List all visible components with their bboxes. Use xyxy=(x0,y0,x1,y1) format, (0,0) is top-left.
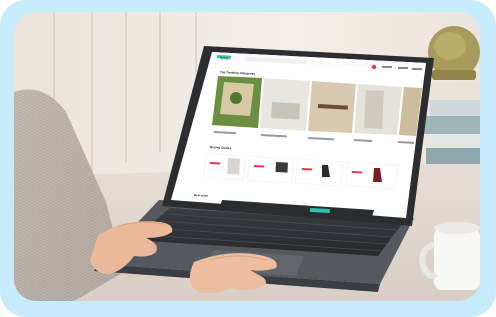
scene-illustration: flipkart Top Trending Categories Buying … xyxy=(14,12,480,301)
book-stack-icon xyxy=(424,82,480,164)
screen-bottom-title: Best seller xyxy=(194,193,209,198)
screen-cart-badge xyxy=(371,64,377,70)
laptop-screen xyxy=(171,52,426,218)
plant-pot-icon xyxy=(428,26,480,80)
photo-frame: flipkart Top Trending Categories Buying … xyxy=(0,0,496,317)
photo: flipkart Top Trending Categories Buying … xyxy=(14,12,480,301)
screen-brand: flipkart xyxy=(220,56,230,60)
